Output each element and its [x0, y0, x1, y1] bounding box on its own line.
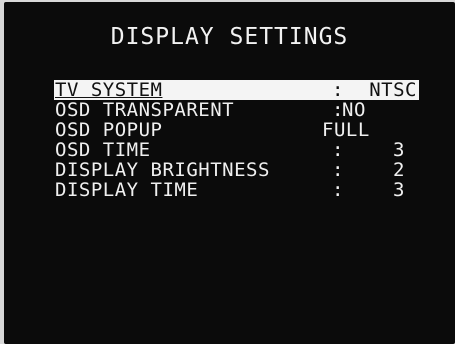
menu-item-separator: :: [332, 79, 344, 101]
menu-item-separator: :: [332, 179, 344, 201]
menu-item-label: OSD POPUP: [55, 119, 163, 141]
menu-item-value: FULL: [322, 119, 370, 141]
menu-item-osd-popup[interactable]: OSD POPUP FULL: [54, 120, 419, 140]
settings-menu: TV SYSTEM : NTSC OSD TRANSPARENT : NO OS…: [54, 80, 419, 200]
menu-item-value: 3: [393, 139, 405, 161]
menu-item-label: DISPLAY TIME: [55, 179, 199, 201]
osd-screen: DISPLAY SETTINGS TV SYSTEM : NTSC OSD TR…: [4, 2, 455, 344]
menu-title: DISPLAY SETTINGS: [110, 24, 349, 50]
menu-item-separator: :: [332, 159, 344, 181]
menu-item-label: OSD TIME: [55, 139, 151, 161]
menu-item-label: DISPLAY BRIGHTNESS: [55, 159, 270, 181]
menu-item-display-brightness[interactable]: DISPLAY BRIGHTNESS : 2: [54, 160, 419, 180]
menu-item-osd-transparent[interactable]: OSD TRANSPARENT : NO: [54, 100, 419, 120]
menu-item-value: NTSC: [369, 79, 417, 101]
menu-item-value: 3: [393, 179, 405, 201]
menu-item-tv-system[interactable]: TV SYSTEM : NTSC: [54, 80, 419, 100]
menu-item-separator: :: [332, 139, 344, 161]
menu-item-value: NO: [342, 99, 366, 121]
menu-item-value: 2: [393, 159, 405, 181]
menu-item-label: TV SYSTEM: [55, 79, 163, 101]
menu-item-osd-time[interactable]: OSD TIME : 3: [54, 140, 419, 160]
menu-item-display-time[interactable]: DISPLAY TIME : 3: [54, 180, 419, 200]
menu-item-label: OSD TRANSPARENT: [55, 99, 235, 121]
